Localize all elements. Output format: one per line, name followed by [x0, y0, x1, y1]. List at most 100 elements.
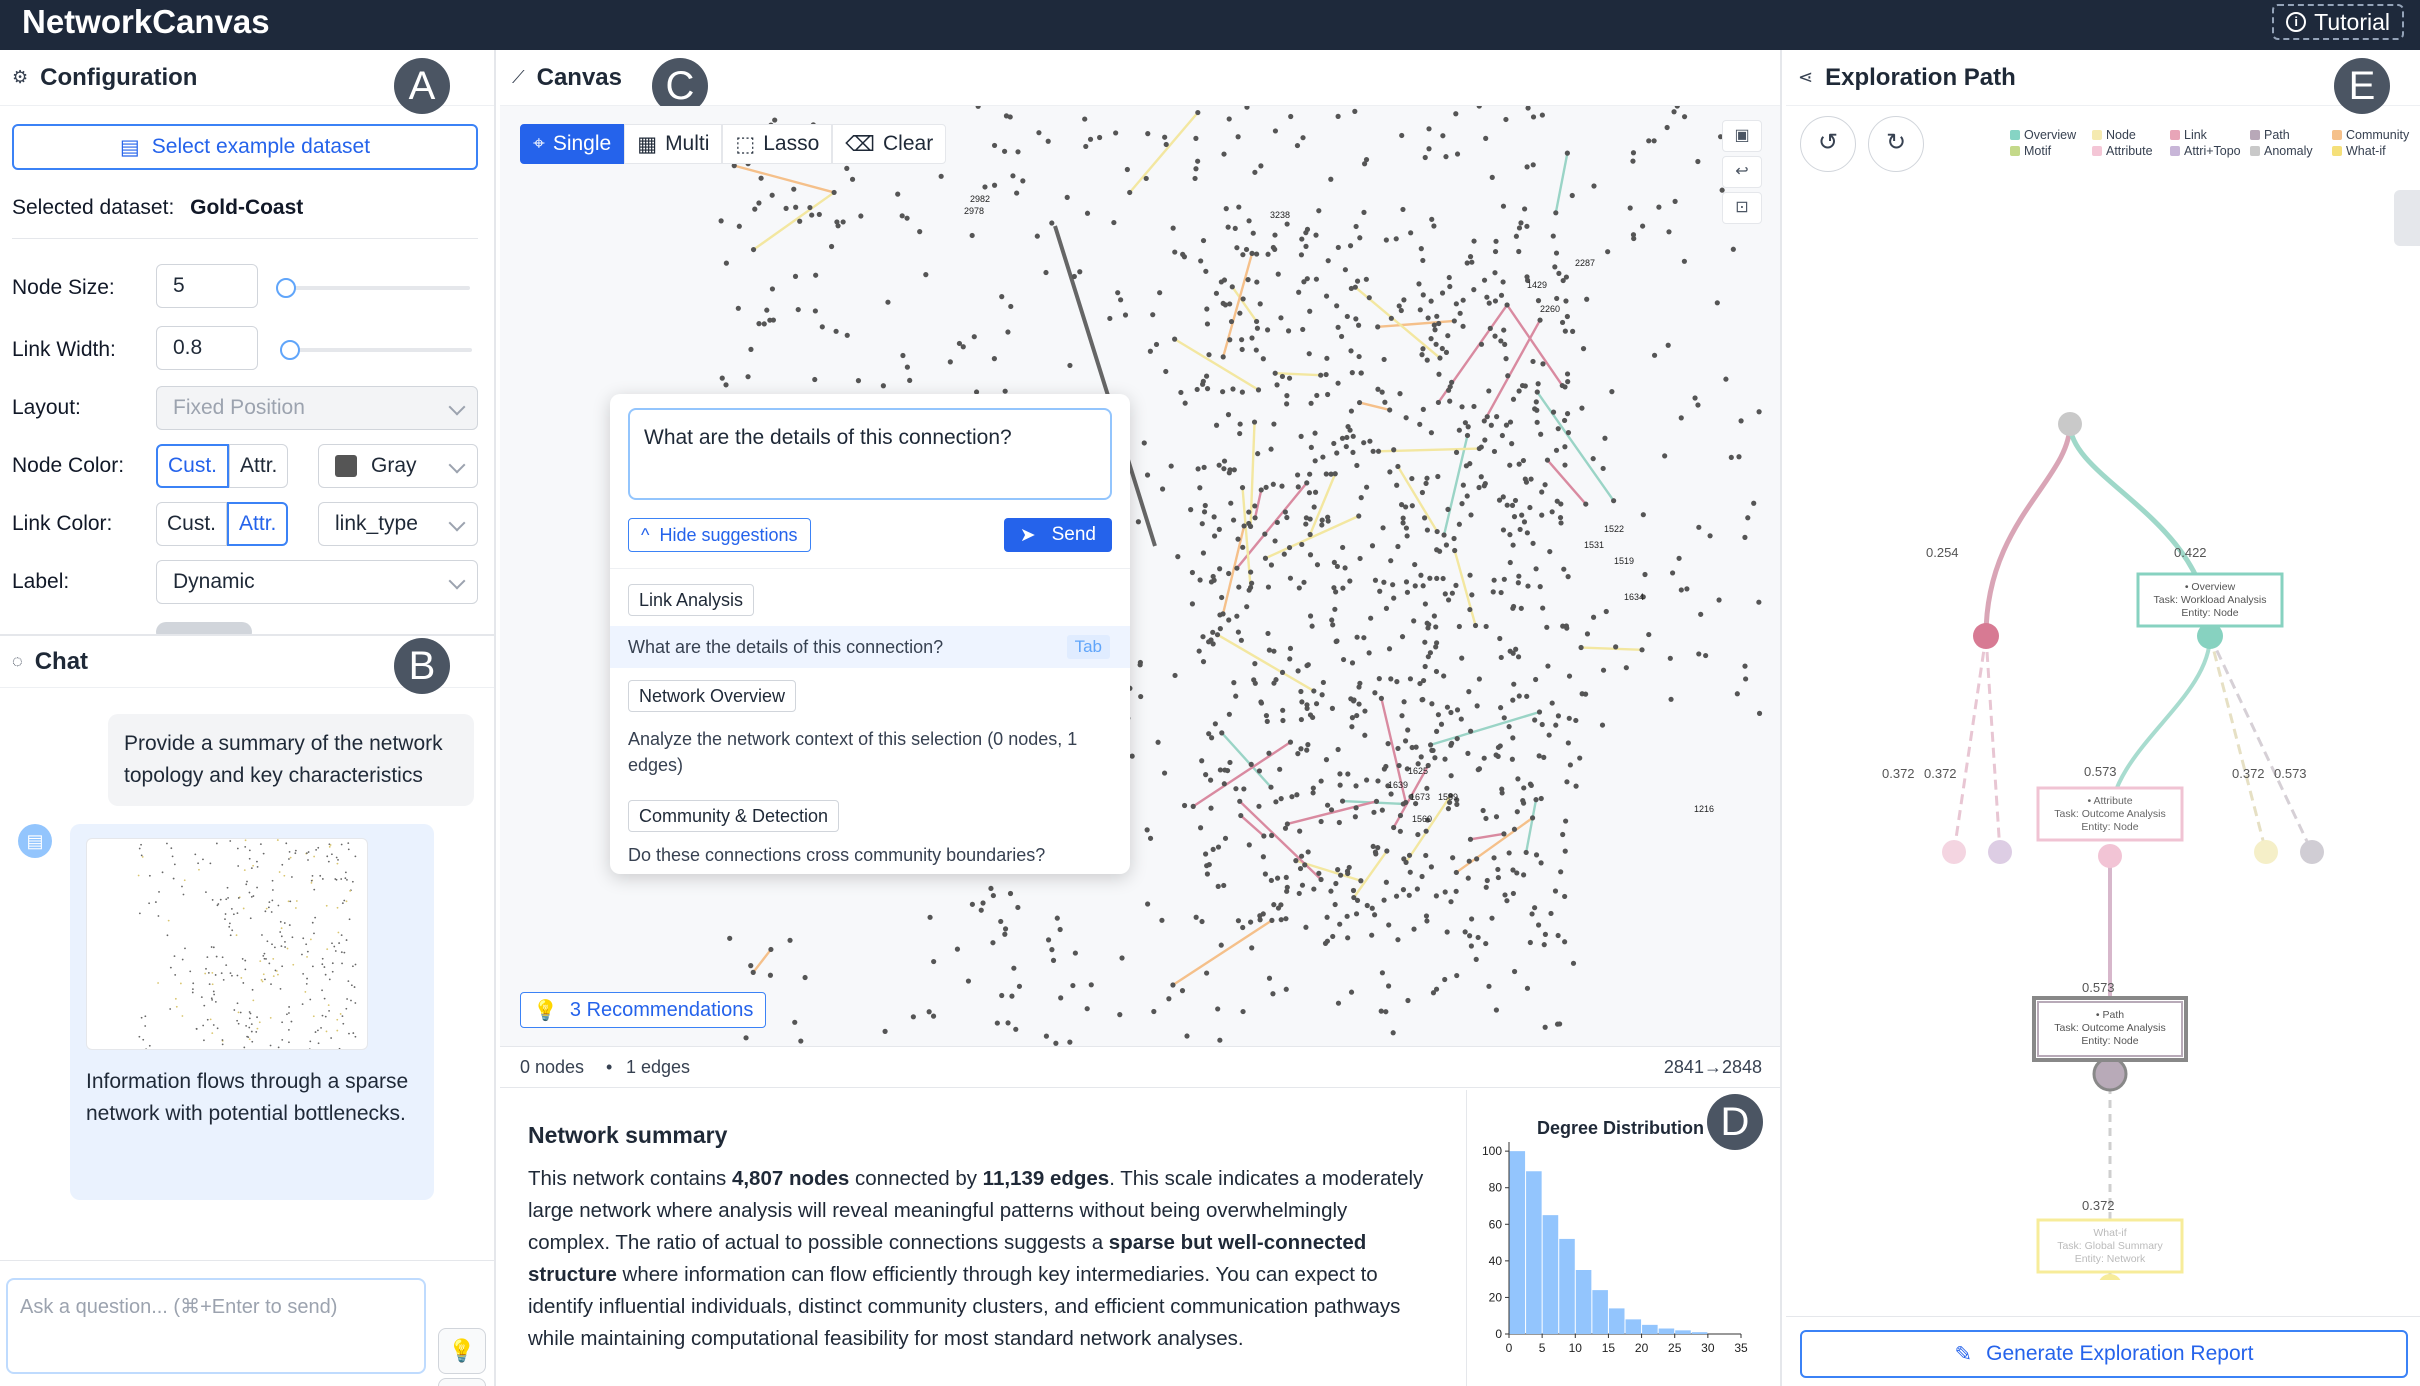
network-node[interactable]: [885, 299, 891, 305]
network-node[interactable]: [1609, 389, 1615, 395]
network-node[interactable]: [1195, 158, 1201, 164]
network-node[interactable]: [1539, 721, 1545, 728]
network-node[interactable]: [1475, 934, 1481, 941]
network-node[interactable]: [1507, 419, 1514, 425]
network-node[interactable]: [844, 165, 850, 171]
network-node[interactable]: [743, 1035, 749, 1041]
network-node[interactable]: [1459, 501, 1465, 507]
network-node[interactable]: [1221, 781, 1227, 787]
network-node[interactable]: [1640, 223, 1646, 229]
network-node[interactable]: [1147, 835, 1154, 841]
network-node[interactable]: [1320, 679, 1326, 686]
network-node[interactable]: [1272, 538, 1278, 544]
network-node[interactable]: [1542, 482, 1548, 488]
network-node[interactable]: [1564, 371, 1571, 377]
network-node[interactable]: [1352, 814, 1358, 820]
network-node[interactable]: [999, 294, 1005, 300]
network-node[interactable]: [1520, 457, 1527, 464]
network-node[interactable]: [1260, 854, 1266, 860]
network-node[interactable]: [1316, 208, 1322, 214]
network-node[interactable]: [1405, 997, 1411, 1004]
network-node[interactable]: [1227, 301, 1233, 307]
network-node[interactable]: [1493, 752, 1499, 758]
network-node[interactable]: [1264, 327, 1271, 333]
network-node[interactable]: [1288, 113, 1294, 120]
network-node[interactable]: [1570, 960, 1577, 966]
network-node[interactable]: [1373, 798, 1380, 804]
network-node[interactable]: [1434, 528, 1440, 535]
network-node[interactable]: [988, 885, 994, 892]
network-node[interactable]: [1067, 1039, 1073, 1045]
network-node[interactable]: [1399, 132, 1405, 139]
network-node[interactable]: [1396, 303, 1402, 309]
network-node[interactable]: [1463, 463, 1469, 469]
network-node[interactable]: [1057, 926, 1063, 933]
network-node[interactable]: [1756, 599, 1762, 605]
network-node[interactable]: [1460, 297, 1466, 303]
network-edge[interactable]: [1231, 286, 1258, 323]
network-node[interactable]: [1484, 877, 1490, 884]
network-node[interactable]: [1058, 995, 1064, 1001]
network-node[interactable]: [1446, 274, 1452, 281]
network-node[interactable]: [1714, 300, 1720, 306]
network-node[interactable]: [1257, 917, 1263, 923]
network-node[interactable]: [1394, 679, 1400, 685]
network-node[interactable]: [1441, 532, 1447, 538]
network-node[interactable]: [1533, 566, 1539, 572]
network-node[interactable]: [1294, 472, 1301, 478]
network-node[interactable]: [1440, 133, 1446, 139]
network-node[interactable]: [1280, 707, 1286, 713]
network-node[interactable]: [1356, 684, 1362, 690]
label-select[interactable]: Dynamic: [156, 560, 478, 604]
network-node[interactable]: [1328, 807, 1335, 813]
network-node[interactable]: [1215, 1006, 1221, 1012]
network-node[interactable]: [1742, 663, 1748, 669]
card-attribute[interactable]: • Attribute Task: Outcome Analysis Entit…: [2036, 786, 2184, 842]
network-node[interactable]: [1221, 277, 1228, 283]
network-node[interactable]: [1283, 916, 1289, 922]
network-node[interactable]: [1459, 404, 1465, 410]
network-node[interactable]: [1314, 392, 1320, 399]
network-node[interactable]: [758, 175, 764, 181]
network-node[interactable]: [1216, 526, 1222, 532]
network-edge[interactable]: [1174, 338, 1260, 391]
network-node[interactable]: [1456, 521, 1462, 527]
network-node[interactable]: [1567, 762, 1573, 768]
node-size-slider[interactable]: [276, 278, 470, 298]
network-node[interactable]: [1238, 637, 1244, 643]
network-node[interactable]: [1248, 919, 1254, 925]
recommendations-button[interactable]: 💡 3 Recommendations: [520, 992, 767, 1028]
network-node[interactable]: [1324, 938, 1330, 944]
network-node[interactable]: [1438, 721, 1445, 727]
network-node[interactable]: [1678, 587, 1684, 593]
network-node[interactable]: [1468, 728, 1474, 734]
card-path[interactable]: • Path Task: Outcome Analysis Entity: No…: [2032, 996, 2188, 1062]
network-node[interactable]: [1429, 701, 1435, 707]
network-node[interactable]: [1522, 206, 1528, 212]
link-color-cust-button[interactable]: Cust.: [156, 502, 228, 546]
network-node[interactable]: [1421, 677, 1427, 684]
network-node[interactable]: [1354, 278, 1361, 284]
network-node[interactable]: [1434, 547, 1440, 553]
network-node[interactable]: [1144, 827, 1150, 833]
network-node[interactable]: [1420, 583, 1426, 589]
network-node[interactable]: [1170, 225, 1176, 231]
network-node[interactable]: [1274, 382, 1280, 388]
network-node[interactable]: [1340, 585, 1346, 591]
network-node[interactable]: [1208, 805, 1214, 811]
network-node[interactable]: [1434, 313, 1440, 319]
network-node[interactable]: [723, 382, 729, 388]
network-node[interactable]: [1273, 799, 1279, 805]
network-node[interactable]: [1426, 146, 1432, 152]
network-node[interactable]: [1316, 870, 1322, 876]
network-node[interactable]: [1217, 767, 1223, 773]
network-node[interactable]: [1237, 310, 1243, 316]
network-node[interactable]: [1584, 296, 1590, 302]
network-node[interactable]: [1537, 584, 1543, 590]
network-node[interactable]: [1376, 676, 1382, 682]
network-node[interactable]: [1049, 220, 1055, 226]
network-node[interactable]: [1113, 130, 1119, 136]
network-node[interactable]: [1540, 605, 1546, 611]
network-node[interactable]: [1518, 605, 1524, 611]
network-node[interactable]: [1067, 362, 1073, 369]
